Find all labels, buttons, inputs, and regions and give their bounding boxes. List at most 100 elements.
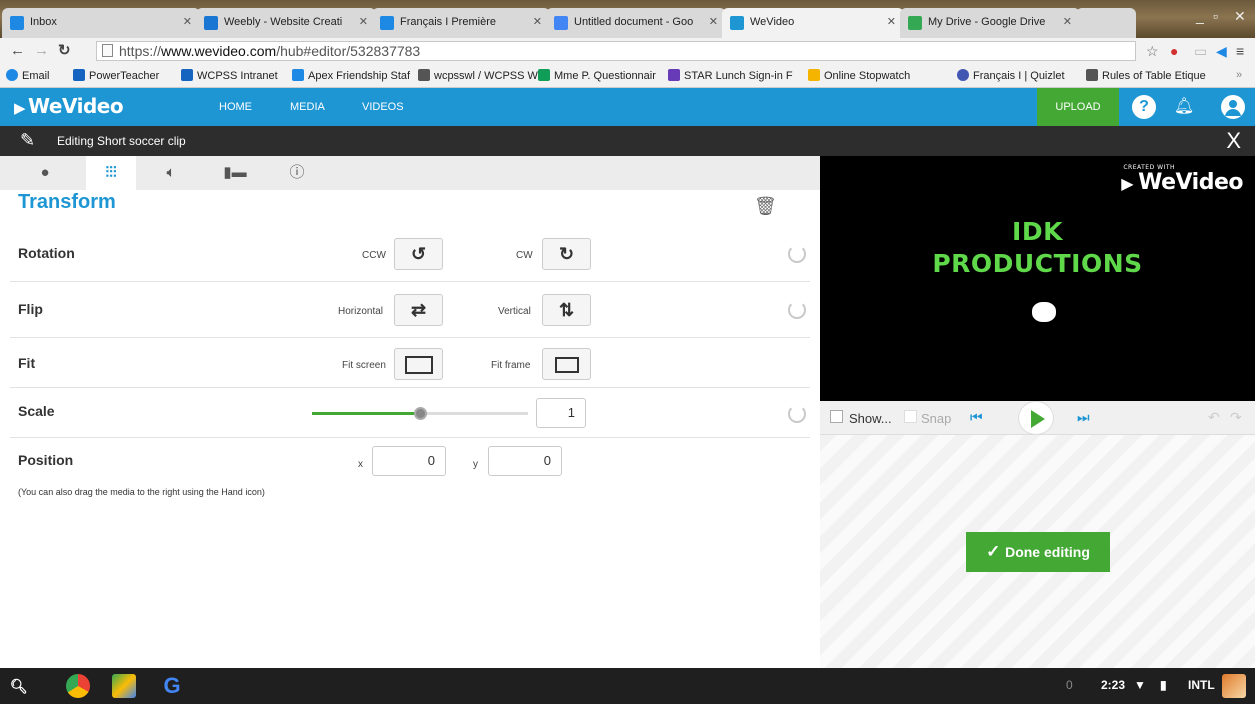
bookmark-wcpsswl[interactable]: wcpsswl / WCPSS W	[418, 69, 538, 82]
maps-app-icon[interactable]	[112, 674, 136, 698]
tab-close-icon[interactable]: ✕	[887, 8, 896, 36]
user-avatar-icon[interactable]	[1221, 95, 1245, 119]
wifi-icon[interactable]: ▼	[1134, 678, 1146, 692]
app-header: ▶ WeVideo HOME MEDIA VIDEOS UPLOAD ? 🔔︎	[0, 88, 1255, 126]
tab-text[interactable]: ●	[20, 156, 70, 190]
bell-icon[interactable]: 🔔︎	[1172, 95, 1196, 119]
flip-horizontal-button[interactable]: ⇄	[394, 294, 443, 326]
tab-clip[interactable]: ▮▬	[210, 156, 260, 190]
fit-screen-label: Fit screen	[342, 360, 386, 371]
rotate-cw-button[interactable]: ↻	[542, 238, 591, 270]
fit-screen-button[interactable]	[394, 348, 443, 380]
position-x-input[interactable]: 0	[372, 446, 446, 476]
done-editing-label: Done editing	[1005, 544, 1090, 560]
cast-extension-icon[interactable]: ▭	[1194, 42, 1207, 60]
tab-weebly[interactable]: Weebly - Website Creati ✕	[196, 8, 376, 38]
reset-scale-icon[interactable]	[788, 405, 806, 423]
bookmark-stopwatch[interactable]: Online Stopwatch	[808, 69, 910, 82]
minimize-icon[interactable]: _	[1196, 8, 1204, 24]
bookmark-questionnaire[interactable]: Mme P. Questionnair	[538, 69, 656, 82]
tab-docs[interactable]: Untitled document - Goo ✕	[546, 8, 726, 38]
tab-francais[interactable]: Français I Première ✕	[372, 8, 550, 38]
announce-extension-icon[interactable]: ◀	[1216, 42, 1227, 60]
notification-count[interactable]: 0	[1066, 678, 1073, 692]
flip-vertical-button[interactable]: ⇅	[542, 294, 591, 326]
clock[interactable]: 2:23	[1101, 678, 1125, 692]
play-button[interactable]	[1018, 401, 1054, 435]
url-input[interactable]: https://www.wevideo.com/hub#editor/53283…	[96, 41, 1136, 61]
chrome-app-icon[interactable]	[66, 674, 90, 698]
bookmark-quizlet[interactable]: Français I | Quizlet	[957, 69, 1065, 82]
bookmark-apex[interactable]: Apex Friendship Staf	[292, 69, 410, 82]
tab-close-icon[interactable]: ✕	[1063, 8, 1072, 36]
snap-checkbox[interactable]	[904, 410, 917, 423]
nav-media[interactable]: MEDIA	[290, 101, 325, 113]
bookmark-powerteacher[interactable]: PowerTeacher	[73, 69, 159, 82]
reset-rotation-icon[interactable]	[788, 245, 806, 263]
tab-close-icon[interactable]: ✕	[709, 8, 718, 36]
window-close-icon[interactable]: ✕	[1234, 8, 1246, 25]
undo-icon[interactable]: ↶	[1208, 409, 1220, 426]
rotate-ccw-button[interactable]: ↺	[394, 238, 443, 270]
bookmark-label: wcpsswl / WCPSS W	[434, 70, 538, 82]
reset-flip-icon[interactable]	[788, 301, 806, 319]
watermark-arrow-icon: ▶	[1121, 174, 1139, 193]
nav-home[interactable]: HOME	[219, 101, 252, 113]
upload-button[interactable]: UPLOAD	[1037, 88, 1119, 126]
position-y-input[interactable]: 0	[488, 446, 562, 476]
redo-icon[interactable]: ↷	[1230, 409, 1242, 426]
scale-input[interactable]: 1	[536, 398, 586, 428]
tab-title: WeVideo	[750, 16, 795, 28]
tab-close-icon[interactable]: ✕	[359, 8, 368, 36]
ccw-label: CCW	[362, 250, 386, 261]
scale-label: Scale	[18, 403, 55, 419]
menu-icon[interactable]: ≡	[1236, 42, 1244, 60]
google-app-icon[interactable]: G	[160, 674, 184, 698]
battery-icon[interactable]: ▮	[1160, 678, 1167, 692]
tab-transform[interactable]: ⫶⫶⫶	[86, 156, 136, 190]
tab-inbox[interactable]: Inbox ✕	[2, 8, 200, 38]
bookmarks-overflow-icon[interactable]: »	[1236, 69, 1242, 81]
new-tab-button[interactable]	[1076, 8, 1136, 38]
done-editing-button[interactable]: ✓ Done editing	[966, 532, 1110, 572]
bookmark-star-lunch[interactable]: STAR Lunch Sign-in F	[668, 69, 793, 82]
cw-label: CW	[516, 250, 533, 261]
reload-icon[interactable]: ↻	[58, 42, 71, 60]
scale-slider-handle[interactable]	[414, 407, 427, 420]
close-editor-icon[interactable]: X	[1226, 128, 1241, 154]
snap-label: Snap	[921, 411, 952, 426]
skip-forward-icon[interactable]: ⏭︎	[1077, 409, 1090, 426]
adblock-extension-icon[interactable]: ●	[1170, 42, 1178, 60]
skip-back-icon[interactable]: ⏮︎	[970, 409, 983, 426]
tab-drive[interactable]: My Drive - Google Drive ✕	[900, 8, 1080, 38]
position-hint: (You can also drag the media to the righ…	[18, 487, 265, 497]
wevideo-logo[interactable]: ▶ WeVideo	[14, 94, 124, 118]
video-preview[interactable]: CREATED WITH ▶ WeVideo IDK PRODUCTIONS	[820, 156, 1255, 401]
scale-row: Scale 1	[10, 388, 810, 438]
video-title-line1: IDK	[1012, 217, 1063, 246]
input-method[interactable]: INTL	[1188, 678, 1215, 692]
user-account-icon[interactable]	[1222, 674, 1246, 698]
show-checkbox[interactable]	[830, 410, 843, 423]
bookmark-star-icon[interactable]: ☆	[1146, 42, 1159, 60]
fit-frame-button[interactable]	[542, 348, 591, 380]
nav-videos[interactable]: VIDEOS	[362, 101, 404, 113]
tab-info[interactable]: ⓘ	[272, 156, 322, 190]
trash-icon[interactable]: 🗑︎	[754, 196, 777, 217]
tab-wevideo[interactable]: WeVideo ✕	[722, 8, 904, 38]
tab-close-icon[interactable]: ✕	[533, 8, 542, 36]
help-icon[interactable]: ?	[1132, 95, 1156, 119]
bookmark-wcpss-intranet[interactable]: WCPSS Intranet	[181, 69, 278, 82]
launcher-search-icon[interactable]: 🔍︎	[10, 678, 28, 695]
tab-audio[interactable]: 🔈︎	[146, 156, 196, 190]
tab-close-icon[interactable]: ✕	[183, 8, 192, 36]
tool-tabs: ● ⫶⫶⫶ 🔈︎ ▮▬ ⓘ	[0, 156, 820, 190]
maximize-icon[interactable]: ▫	[1213, 8, 1218, 24]
tab-title: My Drive - Google Drive	[928, 16, 1046, 28]
address-bar-row: ← → ↻ https://www.wevideo.com/hub#editor…	[0, 38, 1255, 64]
bookmark-table-etiquette[interactable]: Rules of Table Etique	[1086, 69, 1206, 82]
bookmark-email[interactable]: Email	[6, 69, 50, 82]
scale-slider[interactable]	[312, 407, 528, 420]
forward-arrow-icon[interactable]: →	[34, 42, 49, 60]
back-arrow-icon[interactable]: ←	[10, 42, 25, 60]
